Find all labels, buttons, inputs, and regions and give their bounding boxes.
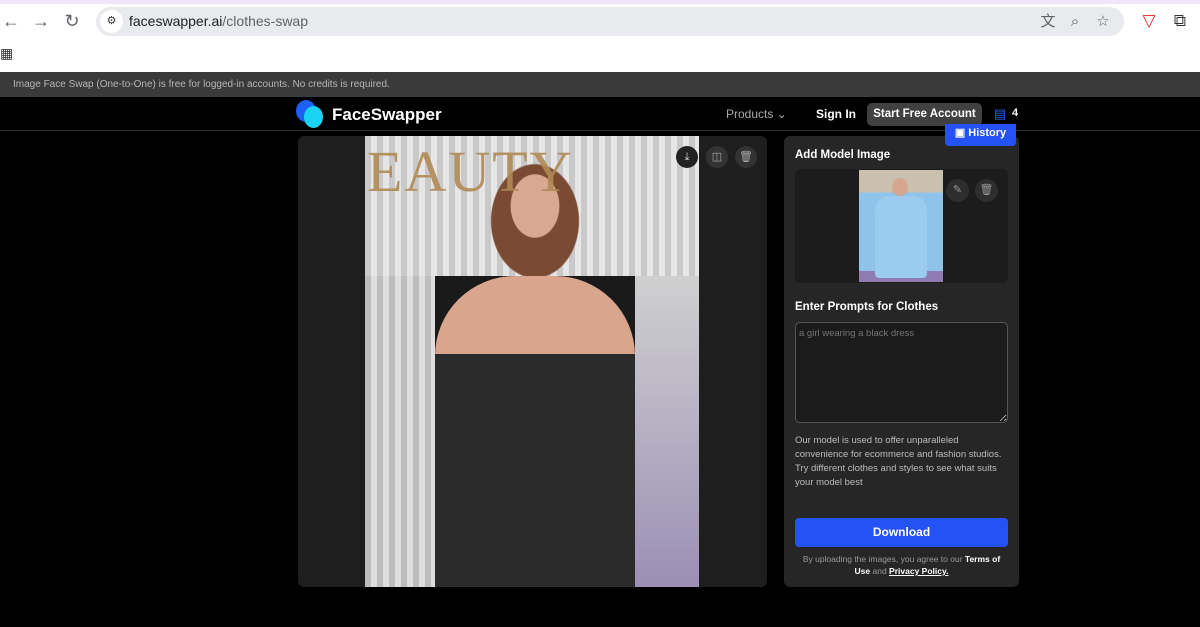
sign-in-link[interactable]: Sign In: [816, 107, 856, 121]
tab-strip-edge: [0, 0, 1200, 4]
compare-icon[interactable]: ◫: [706, 146, 728, 168]
add-model-label: Add Model Image: [795, 149, 891, 161]
url-text[interactable]: faceswapper.ai/clothes-swap: [129, 13, 308, 29]
credits-count: 4: [1012, 107, 1019, 119]
translate-icon[interactable]: 文: [1038, 12, 1058, 32]
back-icon[interactable]: ←: [0, 10, 22, 32]
photo-background-right: [635, 276, 699, 587]
history-button[interactable]: ▣ History: [945, 124, 1016, 146]
url-path: /clothes-swap: [222, 13, 308, 29]
shield-extension-icon[interactable]: ▽: [1138, 10, 1160, 32]
edit-icon[interactable]: ✎: [946, 179, 969, 202]
download-button[interactable]: Download: [795, 518, 1008, 547]
prompt-input[interactable]: [795, 322, 1008, 423]
products-label: Products: [726, 107, 774, 121]
history-label: History: [968, 127, 1007, 139]
delete-icon[interactable]: 🗑: [735, 146, 757, 168]
zoom-icon[interactable]: ⌕: [1065, 12, 1085, 32]
notice-banner: Image Face Swap (One-to-One) is free for…: [0, 72, 1200, 97]
forward-icon[interactable]: →: [30, 10, 52, 32]
terms-and: and: [870, 566, 890, 576]
brand-name[interactable]: FaceSwapper: [332, 105, 442, 125]
description-text: Our model is used to offer unparalleled …: [795, 435, 1002, 488]
photo-subject: [435, 276, 635, 587]
delete-model-icon[interactable]: 🗑: [975, 179, 998, 202]
photo-background-left: [365, 276, 435, 587]
result-panel: EAUTY ⤓ ◫ 🗑: [298, 136, 767, 587]
bookmark-star-icon[interactable]: ☆: [1093, 12, 1113, 32]
credits-icon: ▤: [994, 106, 1007, 121]
browser-chrome: ← → ↻ ⚙ faceswapper.ai/clothes-swap 文 ⌕ …: [0, 0, 1200, 72]
model-image-upload[interactable]: ✎ 🗑: [795, 169, 1008, 283]
result-image: EAUTY: [365, 136, 699, 587]
url-domain: faceswapper.ai: [129, 13, 223, 29]
history-icon: ▣: [954, 127, 966, 139]
chevron-down-icon: ⌄: [776, 107, 787, 121]
apps-grid-icon[interactable]: ▦: [0, 45, 16, 61]
address-bar[interactable]: ⚙ faceswapper.ai/clothes-swap 文 ⌕ ☆: [96, 7, 1124, 36]
model-thumbnail: [859, 170, 943, 282]
site-settings-icon[interactable]: ⚙: [100, 10, 123, 33]
site-header: FaceSwapper Products ⌄ Sign In Start Fre…: [0, 97, 1200, 131]
reload-icon[interactable]: ↻: [61, 10, 83, 32]
products-menu[interactable]: Products ⌄: [726, 107, 787, 121]
terms-text: By uploading the images, you agree to ou…: [795, 553, 1008, 577]
prompt-label: Enter Prompts for Clothes: [795, 301, 939, 313]
privacy-policy-link[interactable]: Privacy Policy.: [889, 566, 948, 576]
logo-icon[interactable]: [296, 100, 326, 128]
terms-prefix: By uploading the images, you agree to ou…: [802, 554, 965, 564]
extensions-puzzle-icon[interactable]: ⧉: [1169, 10, 1191, 32]
download-icon[interactable]: ⤓: [676, 146, 698, 168]
photo-backdrop-text: EAUTY: [367, 139, 574, 204]
start-free-account-button[interactable]: Start Free Account: [867, 103, 982, 126]
settings-panel: Add Model Image ✎ 🗑 Enter Prompts for Cl…: [784, 136, 1019, 587]
